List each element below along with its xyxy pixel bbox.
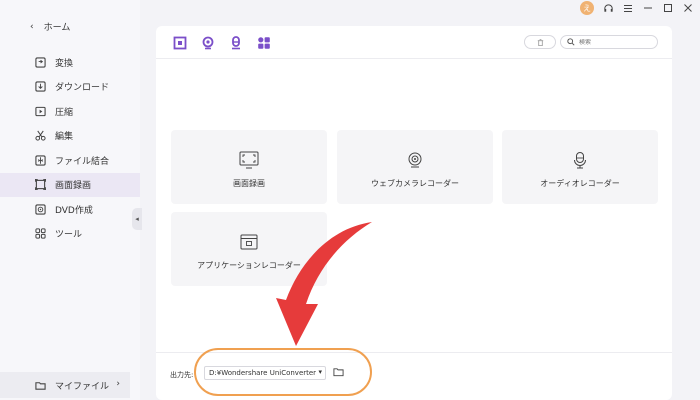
microphone-icon[interactable] bbox=[228, 35, 244, 51]
back-to-home[interactable]: ‹ ホーム bbox=[30, 20, 71, 34]
microphone-icon bbox=[570, 150, 590, 170]
avatar[interactable]: え bbox=[580, 1, 594, 15]
card-application-recorder[interactable]: アプリケーションレコーダー bbox=[171, 212, 327, 286]
my-files-label: マイファイル bbox=[55, 381, 110, 392]
sidebar-collapse-toggle[interactable]: ◂ bbox=[132, 208, 142, 230]
minimize-icon[interactable] bbox=[642, 2, 654, 14]
trash-button[interactable] bbox=[524, 35, 556, 49]
sidebar-item-label: 圧縮 bbox=[55, 107, 74, 118]
apps-grid-icon[interactable] bbox=[256, 35, 272, 51]
sidebar-item-edit[interactable]: 編集 bbox=[0, 124, 140, 148]
chevron-left-icon: ‹ bbox=[30, 21, 34, 32]
screen-record-icon bbox=[239, 150, 259, 170]
search-icon bbox=[567, 38, 575, 46]
screen-record-icon bbox=[34, 179, 46, 191]
search-box[interactable] bbox=[560, 35, 658, 49]
dvd-icon bbox=[34, 203, 46, 215]
window-controls: え bbox=[580, 1, 694, 15]
sidebar-item-label: 変換 bbox=[55, 58, 74, 69]
webcam-icon[interactable] bbox=[200, 35, 216, 51]
my-files-button[interactable]: マイファイル › bbox=[0, 372, 130, 398]
card-label: オーディオレコーダー bbox=[540, 178, 620, 188]
sidebar-nav: 変換 ダウンロード 圧縮 編集 ファイル結合 画面録画 DVD作成 ツール bbox=[0, 50, 140, 246]
output-location-label: 出力先: bbox=[170, 371, 194, 379]
chevron-left-icon: ◂ bbox=[135, 215, 139, 223]
sidebar-item-label: DVD作成 bbox=[55, 205, 93, 216]
sidebar-item-label: ファイル結合 bbox=[55, 156, 110, 167]
close-icon[interactable] bbox=[682, 2, 694, 14]
chevron-right-icon: › bbox=[116, 379, 120, 389]
folder-icon bbox=[34, 379, 46, 391]
card-webcam-recorder[interactable]: ウェブカメラレコーダー bbox=[337, 130, 493, 204]
sidebar-item-merge[interactable]: ファイル結合 bbox=[0, 148, 140, 172]
recorder-toolbar bbox=[172, 35, 272, 51]
webcam-icon bbox=[405, 150, 425, 170]
search-area bbox=[524, 35, 658, 49]
sidebar-item-label: 画面録画 bbox=[55, 181, 92, 191]
card-label: アプリケーションレコーダー bbox=[197, 260, 301, 270]
divider bbox=[156, 58, 672, 59]
app-window-icon bbox=[239, 232, 259, 252]
screen-record-icon[interactable] bbox=[172, 35, 188, 51]
compress-icon bbox=[34, 105, 46, 117]
back-label: ホーム bbox=[43, 23, 71, 33]
convert-icon bbox=[34, 56, 46, 68]
tools-icon bbox=[34, 228, 46, 240]
sidebar: ‹ ホーム 変換 ダウンロード 圧縮 編集 ファイル結合 画面録画 DVD作成 … bbox=[0, 0, 140, 400]
merge-icon bbox=[34, 154, 46, 166]
sidebar-item-download[interactable]: ダウンロード bbox=[0, 75, 140, 99]
sidebar-item-label: 編集 bbox=[55, 132, 74, 142]
scissors-icon bbox=[34, 130, 46, 142]
card-label: 画面録画 bbox=[233, 178, 265, 188]
sidebar-item-screen-record[interactable]: 画面録画 bbox=[0, 172, 140, 197]
sidebar-item-label: ツール bbox=[55, 230, 83, 240]
menu-icon[interactable] bbox=[622, 2, 634, 14]
search-input[interactable] bbox=[579, 38, 649, 46]
sidebar-item-dvd[interactable]: DVD作成 bbox=[0, 197, 140, 221]
maximize-icon[interactable] bbox=[662, 2, 674, 14]
download-icon bbox=[34, 81, 46, 93]
main-panel: 画面録画 ウェブカメラレコーダー オーディオレコーダー アプリケーションレコーダ… bbox=[156, 26, 672, 400]
sidebar-item-label: ダウンロード bbox=[55, 83, 110, 93]
trash-icon bbox=[537, 38, 543, 46]
sidebar-item-compress[interactable]: 圧縮 bbox=[0, 99, 140, 123]
card-screen-recorder[interactable]: 画面録画 bbox=[171, 130, 327, 204]
card-audio-recorder[interactable]: オーディオレコーダー bbox=[502, 130, 658, 204]
sidebar-item-tools[interactable]: ツール bbox=[0, 222, 140, 246]
highlight-ring bbox=[194, 348, 372, 396]
sidebar-item-convert[interactable]: 変換 bbox=[0, 50, 140, 74]
headset-icon[interactable] bbox=[602, 2, 614, 14]
card-label: ウェブカメラレコーダー bbox=[371, 178, 459, 188]
